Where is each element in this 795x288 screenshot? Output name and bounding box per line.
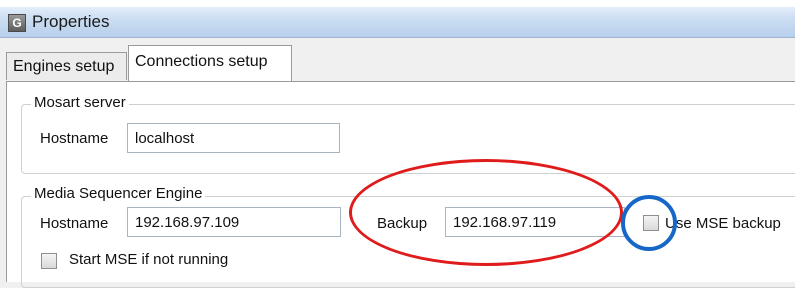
mosart-hostname-input[interactable]: localhost (127, 123, 340, 153)
mosart-hostname-label: Hostname (40, 130, 109, 147)
mse-hostname-input[interactable]: 192.168.97.109 (127, 207, 341, 237)
mse-hostname-label: Hostname (40, 215, 109, 232)
mse-group-title: Media Sequencer Engine (31, 185, 206, 202)
start-mse-label: Start MSE if not running (69, 251, 229, 268)
start-mse-checkbox[interactable] (41, 253, 57, 269)
app-icon: G (8, 14, 26, 32)
mosart-server-group-title: Mosart server (31, 94, 129, 111)
blue-highlight-circle (621, 195, 677, 251)
use-mse-backup-label: Use MSE backup (665, 215, 781, 232)
tab-engines-setup[interactable]: Engines setup (6, 52, 127, 80)
red-highlight-ellipse (349, 159, 623, 266)
tab-connections-setup[interactable]: Connections setup (128, 45, 292, 83)
connections-panel: Mosart server Hostname localhost Media S… (6, 81, 795, 288)
title-bar: G Properties (0, 7, 795, 38)
window-title: Properties (32, 12, 110, 31)
tab-row: Engines setup Connections setup (0, 38, 795, 83)
